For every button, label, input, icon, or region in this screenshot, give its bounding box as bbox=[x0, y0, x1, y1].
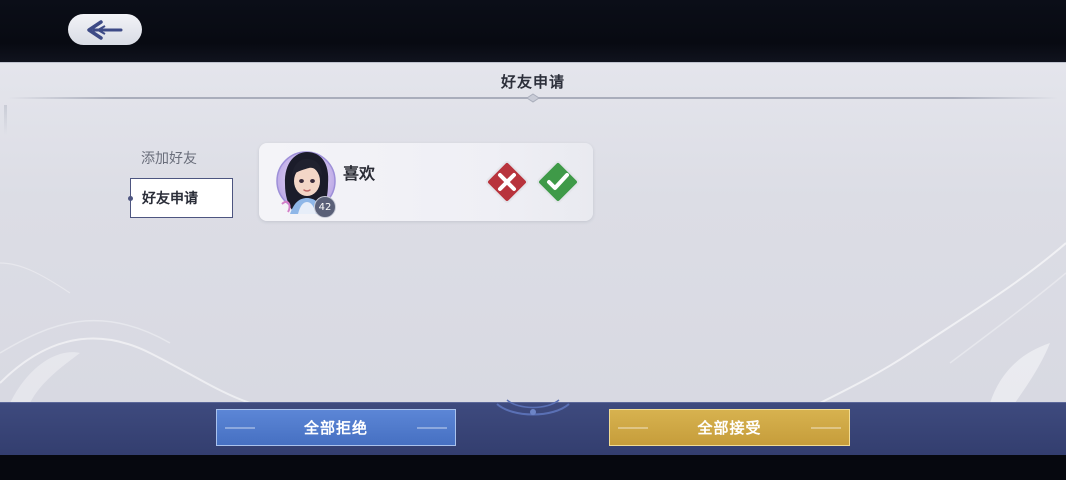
decorative-swirl-right bbox=[819, 242, 1066, 403]
accept-all-button[interactable]: 全部接受 bbox=[609, 409, 850, 446]
back-arrow-icon bbox=[87, 19, 123, 40]
player-level-badge: 42 bbox=[314, 196, 336, 218]
reject-all-label: 全部拒绝 bbox=[303, 419, 368, 437]
panel-title: 好友申请 bbox=[500, 72, 565, 91]
friend-request-panel: 好友申请 添加好友 好友申请 42 喜欢 bbox=[0, 62, 1066, 403]
friend-request-card: 42 喜欢 bbox=[259, 143, 593, 221]
tab-friend-requests[interactable]: 好友申请 bbox=[128, 178, 233, 218]
top-bar bbox=[0, 0, 1066, 62]
back-button[interactable] bbox=[68, 14, 142, 45]
decorative-swirl-left bbox=[0, 262, 251, 403]
reject-all-button[interactable]: 全部拒绝 bbox=[216, 409, 456, 446]
reject-x-icon bbox=[486, 161, 528, 203]
accept-all-label: 全部接受 bbox=[697, 419, 762, 437]
bottom-strip bbox=[0, 455, 1066, 480]
bottom-emblem-icon bbox=[496, 399, 570, 416]
accept-request-button[interactable] bbox=[535, 159, 581, 205]
button-decoration bbox=[225, 427, 255, 429]
accept-check-icon bbox=[537, 161, 579, 203]
button-decoration bbox=[811, 427, 841, 429]
reject-request-button[interactable] bbox=[484, 159, 530, 205]
tab-add-friend[interactable]: 添加好友 bbox=[130, 138, 233, 178]
button-decoration bbox=[417, 427, 447, 429]
divider-ornament-icon bbox=[526, 93, 540, 103]
tab-friend-requests-label: 好友申请 bbox=[142, 191, 198, 207]
tab-add-friend-label: 添加好友 bbox=[141, 151, 197, 167]
button-decoration bbox=[618, 427, 648, 429]
panel-edge-mark bbox=[4, 105, 7, 135]
active-tab-indicator bbox=[128, 196, 133, 201]
player-name: 喜欢 bbox=[343, 164, 376, 183]
